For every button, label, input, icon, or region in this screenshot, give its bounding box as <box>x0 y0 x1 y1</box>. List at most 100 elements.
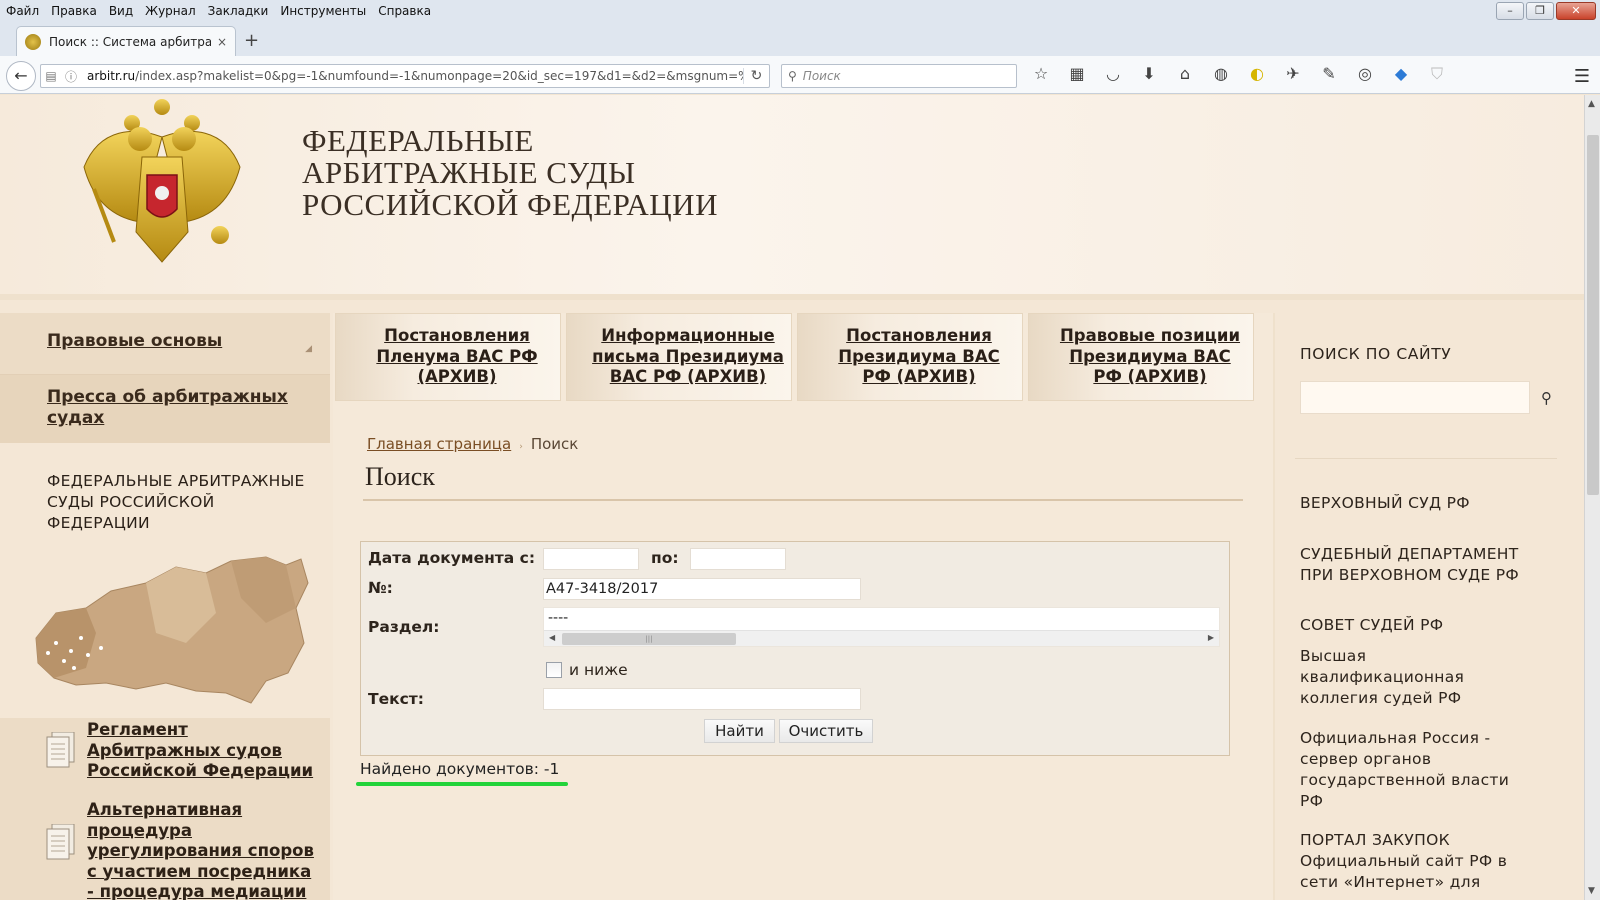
scroll-right-icon[interactable]: ▶ <box>1208 633 1214 642</box>
right-divider <box>1295 458 1557 459</box>
reading-list-icon[interactable]: ▦ <box>1066 64 1088 84</box>
addon-icon[interactable]: ◍ <box>1210 64 1232 84</box>
topnav-legal-positions[interactable]: Правовые позиции Президиума ВАС РФ (АРХИ… <box>1028 313 1254 401</box>
browser-search-placeholder: Поиск <box>802 69 841 83</box>
left-nav-press[interactable]: Пресса об арбитражных судах <box>0 375 330 443</box>
site-favicon-icon <box>25 33 41 50</box>
breadcrumb: Главная страница › Поиск <box>367 435 578 453</box>
found-count: Найдено документов: -1 <box>360 760 560 778</box>
date-from-label: Дата документа с: <box>368 549 536 567</box>
expand-arrow-icon: ◢ <box>305 344 312 354</box>
document-icon <box>46 732 75 768</box>
shield-icon[interactable]: ⛉ <box>1426 64 1448 84</box>
link-procurement-portal[interactable]: ПОРТАЛ ЗАКУПОК Официальный сайт РФ в сет… <box>1300 830 1530 893</box>
diamond-icon[interactable]: ◆ <box>1390 64 1412 84</box>
include-below-label: и ниже <box>569 661 628 679</box>
date-from-input[interactable] <box>543 548 639 570</box>
search-form: Дата документа с: по: №: Раздел: ---- ◀ … <box>360 541 1230 756</box>
site-title-line2: АРБИТРАЖНЫЕ СУДЫ <box>302 155 636 190</box>
breadcrumb-separator-icon: › <box>519 442 523 452</box>
scroll-down-icon[interactable]: ▼ <box>1588 886 1595 896</box>
url-text[interactable]: arbitr.ru/index.asp?makelist=0&pg=-1&num… <box>81 69 743 83</box>
highlight-underline <box>356 782 568 786</box>
tab-bar: Поиск :: Система арбитра... × + <box>0 22 1600 56</box>
url-bar[interactable]: ▤ ⓘ arbitr.ru/index.asp?makelist=0&pg=-1… <box>40 64 770 88</box>
clear-button[interactable]: Очистить <box>779 719 873 743</box>
menu-history[interactable]: Журнал <box>139 4 202 18</box>
link-council-of-judges[interactable]: СОВЕТ СУДЕЙ РФ <box>1300 615 1540 636</box>
text-label: Текст: <box>368 690 424 708</box>
menu-help[interactable]: Справка <box>372 4 437 18</box>
edit-icon[interactable]: ✎ <box>1318 64 1340 84</box>
link-judicial-department[interactable]: СУДЕБНЫЙ ДЕПАРТАМЕНТ ПРИ ВЕРХОВНОМ СУДЕ … <box>1300 544 1540 586</box>
site-header: ФЕДЕРАЛЬНЫЕ АРБИТРАЖНЫЕ СУДЫ РОССИЙСКОЙ … <box>0 95 1584 300</box>
topnav-info-letters[interactable]: Информационные письма Президиума ВАС РФ … <box>566 313 792 401</box>
left-doc-mediation[interactable]: Альтернативная процедура урегулирования … <box>0 796 330 900</box>
tab-close-icon[interactable]: × <box>217 35 227 49</box>
search-icon[interactable]: ⚲ <box>1541 389 1552 407</box>
section-option[interactable]: ---- <box>548 610 568 626</box>
new-tab-icon[interactable]: + <box>244 30 259 51</box>
close-window-icon[interactable]: ✕ <box>1556 2 1596 20</box>
russia-map-icon[interactable] <box>26 553 316 713</box>
find-button[interactable]: Найти <box>704 719 775 743</box>
tab-active[interactable]: Поиск :: Система арбитра... × <box>16 26 236 56</box>
plane-icon[interactable]: ✈ <box>1282 64 1304 84</box>
include-below-checkbox[interactable] <box>546 662 562 678</box>
home-icon[interactable]: ⌂ <box>1174 64 1196 84</box>
breadcrumb-home[interactable]: Главная страница <box>367 435 511 453</box>
star-icon[interactable]: ☆ <box>1030 64 1052 84</box>
topnav-presidium[interactable]: Постановления Президиума ВАС РФ (АРХИВ) <box>797 313 1023 401</box>
scrollbar-thumb[interactable]: ||| <box>562 633 736 645</box>
sidebar-icon[interactable]: ▤ <box>41 69 61 83</box>
number-input[interactable] <box>543 578 861 600</box>
site-search-input[interactable] <box>1300 381 1530 414</box>
tab-title: Поиск :: Система арбитра... <box>49 34 211 49</box>
menu-tools[interactable]: Инструменты <box>274 4 372 18</box>
left-doc-reglament-label[interactable]: Регламент Арбитражных судов Российской Ф… <box>87 720 313 780</box>
date-to-input[interactable] <box>690 548 786 570</box>
link-supreme-court[interactable]: ВЕРХОВНЫЙ СУД РФ <box>1300 493 1540 514</box>
scroll-up-icon[interactable]: ▲ <box>1588 99 1595 109</box>
left-nav-legal-basis[interactable]: Правовые основы ◢ <box>0 325 330 375</box>
page-scrollbar-thumb[interactable] <box>1587 135 1599 495</box>
left-nav: Правовые основы ◢ Пресса об арбитражных … <box>0 313 330 443</box>
site-title-line3: РОССИЙСКОЙ ФЕДЕРАЦИИ <box>302 187 718 222</box>
minimize-icon[interactable]: – <box>1496 2 1524 20</box>
navigation-toolbar: ← ▤ ⓘ arbitr.ru/index.asp?makelist=0&pg=… <box>0 56 1600 94</box>
search-icon: ⚲ <box>788 69 797 83</box>
download-icon[interactable]: ⬇ <box>1138 64 1160 84</box>
courts-block-title: ФЕДЕРАЛЬНЫЕ АРБИТРАЖНЫЕ СУДЫ РОССИЙСКОЙ … <box>47 472 305 532</box>
scroll-left-icon[interactable]: ◀ <box>549 633 555 642</box>
link-official-russia[interactable]: Официальная Россия - сервер органов госу… <box>1300 728 1510 812</box>
back-arrow-icon[interactable]: ← <box>6 61 36 91</box>
menu-bookmarks[interactable]: Закладки <box>202 4 275 18</box>
link-qualification-board[interactable]: Высшая квалификационная коллегия судей Р… <box>1300 646 1490 709</box>
top-nav: Постановления Пленума ВАС РФ (АРХИВ) Инф… <box>333 313 1273 403</box>
menu-file[interactable]: Файл <box>0 4 45 18</box>
site-info-icon[interactable]: ⓘ <box>61 68 81 85</box>
topnav-plenum[interactable]: Постановления Пленума ВАС РФ (АРХИВ) <box>335 313 561 401</box>
restore-icon[interactable]: ❐ <box>1526 2 1554 20</box>
menu-icon[interactable]: ☰ <box>1574 66 1590 87</box>
yellow-shield-icon[interactable]: ◐ <box>1246 64 1268 84</box>
menu-view[interactable]: Вид <box>103 4 139 18</box>
site-search-title: ПОИСК ПО САЙТУ <box>1300 345 1452 363</box>
menu-edit[interactable]: Правка <box>45 4 103 18</box>
browser-search-input[interactable]: ⚲ Поиск <box>781 64 1017 88</box>
left-doc-mediation-label[interactable]: Альтернативная процедура урегулирования … <box>87 800 314 900</box>
section-select[interactable]: ---- ◀ ||| ▶ <box>543 607 1220 647</box>
date-to-label: по: <box>651 549 679 567</box>
breadcrumb-current: Поиск <box>530 435 579 453</box>
left-doc-reglament[interactable]: Регламент Арбитражных судов Российской Ф… <box>0 718 330 780</box>
globe-icon[interactable]: ◎ <box>1354 64 1376 84</box>
section-hscrollbar[interactable]: ◀ ||| ▶ <box>544 630 1219 646</box>
pocket-icon[interactable]: ◡ <box>1102 64 1124 84</box>
menu-bar: Файл Правка Вид Журнал Закладки Инструме… <box>0 0 1600 22</box>
reload-icon[interactable]: ↻ <box>743 68 769 84</box>
number-label: №: <box>368 579 393 597</box>
title-divider <box>363 499 1243 501</box>
page-vscrollbar[interactable]: ▲ ▼ <box>1584 95 1600 900</box>
toolbar-icons: ☆ ▦ ◡ ⬇ ⌂ ◍ ◐ ✈ ✎ ◎ ◆ ⛉ <box>1030 64 1448 84</box>
text-input[interactable] <box>543 688 861 710</box>
